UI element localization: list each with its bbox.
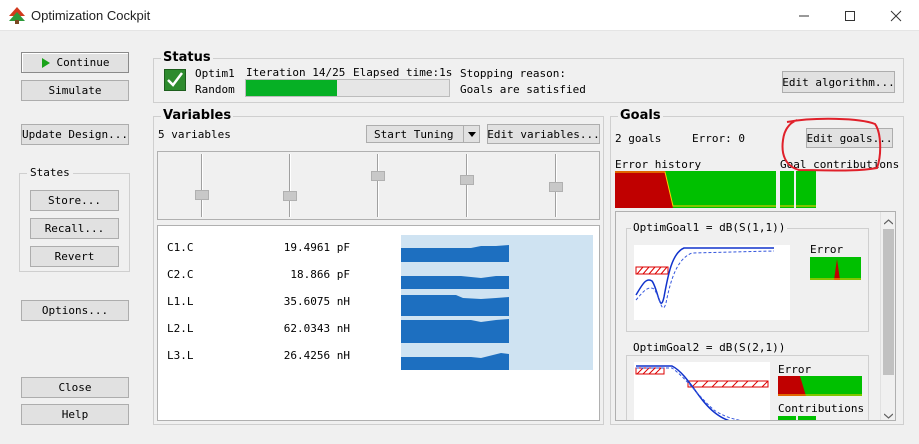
variable-value: 35.6075 nH <box>283 295 350 308</box>
variables-count: 5 variables <box>158 128 231 141</box>
variable-history-chart <box>401 289 593 316</box>
goal2-error-chart <box>778 376 862 396</box>
title-bar: Optimization Cockpit <box>0 0 919 31</box>
variable-value: 62.0343 nH <box>283 322 350 335</box>
stopping-reason-value: Goals are satisfied <box>460 83 586 96</box>
variable-name: C2.C <box>167 268 194 281</box>
slider-thumb-l2[interactable] <box>460 175 474 185</box>
variable-history-chart <box>401 316 593 343</box>
window-title: Optimization Cockpit <box>31 8 151 23</box>
optimizer-check-icon <box>164 69 186 91</box>
goals-title: Goals <box>618 108 663 123</box>
options-button[interactable]: Options... <box>21 300 129 321</box>
variable-value: 18.866 pF <box>290 268 350 281</box>
tuning-sliders-panel <box>157 151 600 220</box>
goal2-error-label: Error <box>778 363 812 376</box>
continue-label: Continue <box>56 56 110 69</box>
simulate-button[interactable]: Simulate <box>21 80 129 101</box>
store-button[interactable]: Store... <box>30 190 119 211</box>
edit-variables-button[interactable]: Edit variables... <box>487 124 600 144</box>
app-icon <box>9 7 25 24</box>
variable-name: C1.C <box>167 241 194 254</box>
variable-name: L2.L <box>167 322 194 335</box>
algorithm-name: Random <box>195 83 235 96</box>
slider-thumb-c2[interactable] <box>283 191 297 201</box>
goal1-error-chart <box>810 257 861 280</box>
goals-count: 2 goals <box>615 132 662 145</box>
slider-thumb-c1[interactable] <box>195 190 209 200</box>
slider-thumb-l1[interactable] <box>371 171 385 181</box>
minimize-icon[interactable] <box>781 0 827 31</box>
goal1-error-label: Error <box>810 243 844 256</box>
variable-name: L3.L <box>167 349 194 362</box>
revert-button[interactable]: Revert <box>30 246 119 267</box>
update-design-button[interactable]: Update Design... <box>21 124 129 145</box>
goals-error: Error: 0 <box>692 132 745 145</box>
variable-history-chart <box>401 343 593 370</box>
progress-fill <box>246 80 338 96</box>
chevron-down-icon <box>463 126 479 142</box>
goal2-contributions-chart <box>778 416 816 420</box>
variable-value: 19.4961 pF <box>283 241 350 254</box>
start-tuning-dropdown[interactable]: Start Tuning <box>366 125 480 143</box>
states-title: States <box>27 166 73 179</box>
variables-title: Variables <box>161 108 234 123</box>
play-icon <box>41 57 50 68</box>
slider-track <box>289 154 291 217</box>
continue-button[interactable]: Continue <box>21 52 129 73</box>
annotation-circle <box>781 117 882 172</box>
status-title: Status <box>161 50 213 65</box>
goal1-response-plot <box>634 245 790 320</box>
scroll-thumb[interactable] <box>883 229 894 375</box>
close-button[interactable]: Close <box>21 377 129 398</box>
variable-name: L1.L <box>167 295 194 308</box>
goal-details-pane: OptimGoal1 = dB(S(1,1)) Error OptimGoal2… <box>615 211 896 421</box>
variable-history-chart <box>401 235 593 262</box>
recall-button[interactable]: Recall... <box>30 218 119 239</box>
close-window-icon[interactable] <box>873 0 919 31</box>
start-tuning-label: Start Tuning <box>374 127 454 141</box>
elapsed-text: Elapsed time:1s <box>353 66 453 79</box>
scroll-up-icon[interactable] <box>883 215 894 228</box>
variable-value: 26.4256 nH <box>283 349 350 362</box>
goals-scrollbar[interactable] <box>880 212 895 420</box>
iteration-text: Iteration 14/25 <box>246 66 346 79</box>
error-history-label: Error history <box>615 158 702 171</box>
goal2-response-plot <box>634 362 770 420</box>
edit-algorithm-button[interactable]: Edit algorithm... <box>782 71 895 93</box>
stopping-reason-label: Stopping reason: <box>460 67 566 80</box>
slider-track <box>466 154 468 217</box>
slider-track <box>201 154 203 217</box>
goal2-title: OptimGoal2 = dB(S(2,1)) <box>631 341 788 354</box>
scroll-down-icon[interactable] <box>883 409 894 420</box>
progress-bar <box>245 79 450 97</box>
goal1-title: OptimGoal1 = dB(S(1,1)) <box>631 221 788 234</box>
maximize-icon[interactable] <box>827 0 873 31</box>
optimizer-name: Optim1 <box>195 67 235 80</box>
goal2-contributions-label: Contributions <box>778 402 865 415</box>
slider-track <box>377 154 379 217</box>
help-button[interactable]: Help <box>21 404 129 425</box>
error-history-chart <box>615 171 776 208</box>
goal-contributions-chart <box>780 171 816 208</box>
variable-history-chart <box>401 262 593 289</box>
slider-thumb-l3[interactable] <box>549 182 563 192</box>
